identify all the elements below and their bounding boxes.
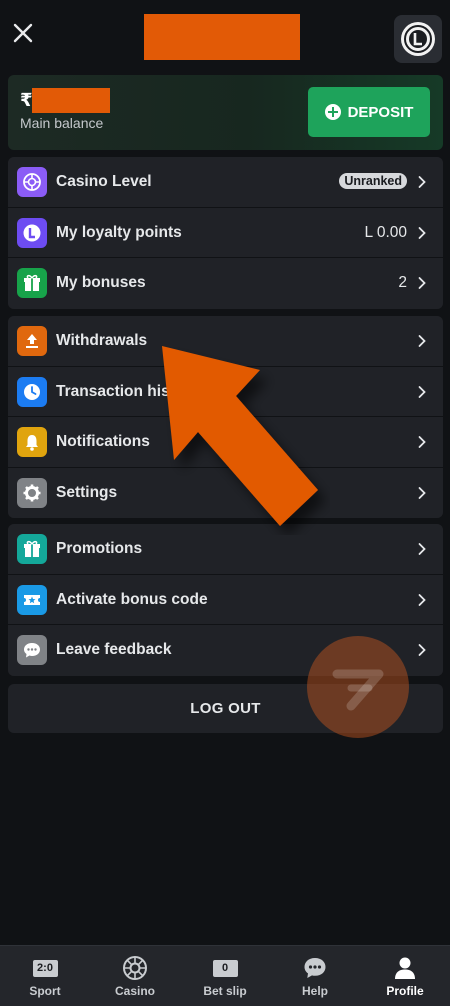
nav-label: Bet slip	[203, 984, 247, 998]
casino-level-icon	[17, 167, 47, 197]
bell-icon	[17, 427, 47, 457]
menu-item-bonuses[interactable]: My bonuses 2	[8, 258, 443, 309]
close-icon	[13, 23, 33, 43]
chevron-right-icon	[418, 593, 426, 607]
account-group: Casino Level Unranked My loyalty points …	[8, 157, 443, 309]
bet-slip-icon: 0	[209, 955, 241, 981]
menu-item-notifications[interactable]: Notifications	[8, 417, 443, 468]
close-button[interactable]	[10, 18, 36, 46]
clock-icon	[17, 376, 47, 407]
gift-icon	[17, 534, 47, 564]
nav-item-casino[interactable]: Casino	[90, 946, 180, 1006]
deposit-button[interactable]: DEPOSIT	[308, 87, 430, 137]
chevron-right-icon	[418, 486, 426, 500]
balance-card: ₹ Main balance DEPOSIT	[8, 75, 443, 150]
brand-logo-button[interactable]	[394, 15, 442, 63]
menu-item-activate-bonus-code[interactable]: Activate bonus code	[8, 574, 443, 625]
currency-symbol: ₹	[20, 90, 33, 110]
profile-icon	[389, 955, 421, 981]
plus-icon	[324, 104, 341, 120]
rank-badge: Unranked	[339, 173, 407, 189]
menu-item-label: Activate bonus code	[56, 590, 208, 608]
menu-item-loyalty-points[interactable]: My loyalty points L 0.00	[8, 207, 443, 258]
bottom-navigation: 2:0 Sport Casino 0 Bet slip Help Profile	[0, 945, 450, 1006]
menu-item-label: Leave feedback	[56, 641, 172, 658]
balance-label: Main balance	[20, 115, 104, 131]
chevron-right-icon	[418, 276, 426, 290]
menu-item-settings[interactable]: Settings	[8, 467, 443, 518]
withdraw-icon	[17, 326, 47, 356]
nav-item-sport[interactable]: 2:0 Sport	[0, 946, 90, 1006]
menu-item-label: Transaction history	[56, 382, 199, 400]
top-header	[0, 0, 450, 68]
brand-logo-icon	[401, 22, 435, 56]
menu-item-withdrawals[interactable]: Withdrawals	[8, 316, 443, 367]
menu-item-casino-level[interactable]: Casino Level Unranked	[8, 157, 443, 208]
watermark-logo	[307, 636, 409, 738]
chevron-right-icon	[418, 175, 426, 189]
nav-item-profile[interactable]: Profile	[360, 946, 450, 1006]
nav-item-help[interactable]: Help	[270, 946, 360, 1006]
chat-bubble-icon	[17, 635, 47, 665]
chat-help-icon	[299, 955, 331, 981]
chevron-right-icon	[418, 542, 426, 556]
scoreboard-icon: 2:0	[29, 955, 61, 981]
menu-item-label: My bonuses	[56, 274, 146, 291]
redacted-balance-amount	[32, 88, 110, 113]
menu-item-label: Settings	[56, 483, 118, 501]
nav-label: Casino	[114, 984, 155, 998]
transactions-group: Withdrawals Transaction history Notifica…	[8, 316, 443, 518]
menu-item-label: Casino Level	[56, 173, 152, 190]
nav-label: Sport	[29, 984, 61, 998]
menu-item-label: Withdrawals	[56, 332, 148, 349]
chevron-right-icon	[418, 435, 426, 449]
nav-item-bet-slip[interactable]: 0 Bet slip	[180, 946, 270, 1006]
chevron-right-icon	[418, 226, 426, 240]
loyalty-points-value: L 0.00	[364, 223, 407, 241]
gear-icon	[17, 477, 47, 508]
loyalty-points-icon	[17, 217, 47, 248]
bet-slip-count: 0	[212, 959, 238, 977]
nav-label: Help	[301, 984, 328, 998]
chevron-right-icon	[418, 334, 426, 348]
ticket-star-icon	[17, 584, 47, 615]
deposit-label: DEPOSIT	[347, 103, 414, 121]
gift-icon	[17, 268, 47, 298]
chevron-right-icon	[418, 643, 426, 657]
chevron-right-icon	[418, 385, 426, 399]
menu-item-label: Promotions	[56, 540, 143, 557]
redacted-title-block	[144, 14, 300, 60]
sport-score: 2:0	[32, 959, 58, 977]
roulette-icon	[119, 955, 151, 981]
menu-item-promotions[interactable]: Promotions	[8, 524, 443, 575]
menu-item-transaction-history[interactable]: Transaction history	[8, 366, 443, 417]
menu-item-label: Notifications	[56, 433, 150, 450]
menu-item-label: My loyalty points	[56, 223, 182, 241]
bonuses-count: 2	[398, 274, 407, 291]
nav-label: Profile	[386, 984, 424, 998]
